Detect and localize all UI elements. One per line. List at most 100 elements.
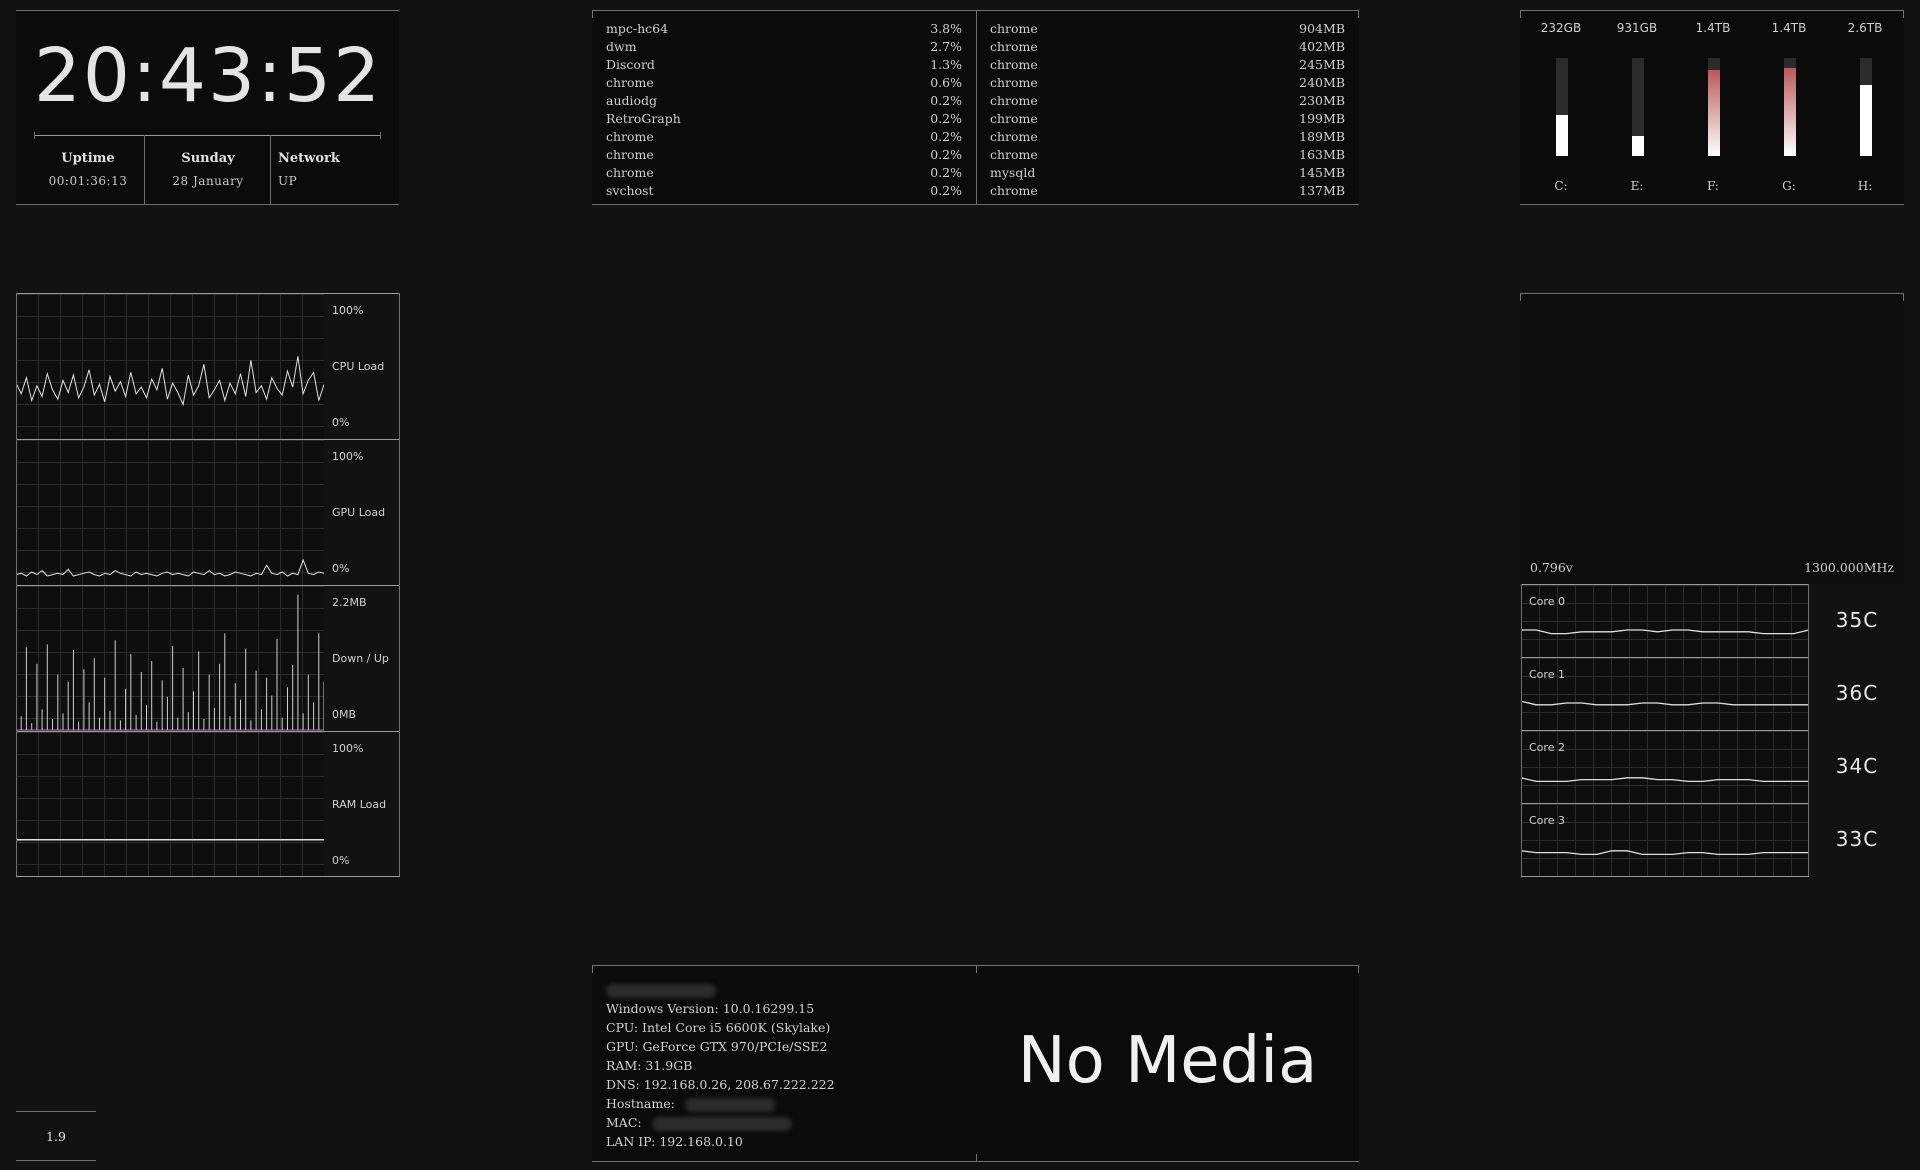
process-value: 199MB	[1299, 111, 1345, 126]
hostname-row: Hostname:	[606, 1096, 775, 1112]
drive-capacity: 1.4TB	[1771, 21, 1807, 35]
process-row: chrome 0.2%	[592, 165, 976, 183]
process-value: 0.6%	[930, 75, 962, 90]
graph-border-right	[399, 293, 400, 877]
process-name: chrome	[990, 75, 1038, 90]
process-name: chrome	[990, 183, 1038, 198]
drive-usage-fill	[1784, 67, 1796, 156]
graph-min-label: 0%	[332, 854, 350, 867]
process-panel: mpc-hc64 3.8% dwm 2.7% Discord 1.3% chrome 0.6%…	[592, 10, 1359, 205]
drive-usage-fill	[1556, 114, 1568, 156]
version-label: 1.9	[46, 1129, 66, 1144]
drive-letter: H:	[1857, 179, 1873, 193]
process-value: 240MB	[1299, 75, 1345, 90]
clock-time: 20:43:52	[33, 33, 383, 119]
graph-border-left	[16, 293, 17, 877]
process-name: chrome	[990, 129, 1038, 144]
process-row: chrome 245MB	[976, 57, 1359, 75]
network-column: Network UP	[278, 135, 388, 213]
process-value: 2.7%	[930, 39, 962, 54]
process-value: 0.2%	[930, 129, 962, 144]
graph-max-label: 100%	[332, 742, 364, 755]
process-value: 0.2%	[930, 111, 962, 126]
drive-usage-bar	[1708, 58, 1720, 156]
day-header: Sunday	[181, 151, 235, 166]
process-row: chrome 904MB	[976, 21, 1359, 39]
process-row: mpc-hc64 3.8%	[592, 21, 976, 39]
date-value: 28 January	[172, 174, 244, 188]
panel-tick	[1520, 11, 1521, 18]
column-divider	[270, 135, 271, 204]
process-row: mysqld 145MB	[976, 165, 1359, 183]
core-temperature: 36C	[1835, 681, 1879, 705]
process-value: 1.3%	[930, 57, 962, 72]
version-panel: 1.9	[16, 1111, 96, 1161]
gpu-load-svg	[16, 558, 324, 577]
process-value: 189MB	[1299, 129, 1345, 144]
drive-letter: C:	[1554, 179, 1568, 193]
core-temperature: 34C	[1835, 754, 1879, 778]
process-row: RetroGraph 0.2%	[592, 111, 976, 129]
process-name: audiodg	[606, 93, 658, 108]
drive-usage-fill	[1632, 136, 1644, 156]
process-value: 0.2%	[930, 147, 962, 162]
graph-title-label: RAM Load	[332, 798, 387, 811]
media-status: No Media	[1017, 1024, 1318, 1098]
process-name: chrome	[990, 93, 1038, 108]
uptime-column: Uptime 00:01:36:13	[26, 135, 150, 213]
core-temperature: 33C	[1835, 827, 1879, 851]
network-value: UP	[278, 174, 298, 188]
graph-max-label: 100%	[332, 450, 364, 463]
process-row: chrome 240MB	[976, 75, 1359, 93]
cpu-info: CPU: Intel Core i5 6600K (Skylake)	[606, 1020, 831, 1035]
graph-title-label: GPU Load	[332, 506, 386, 519]
network-graph: 2.2MB Down / Up 0MB	[16, 585, 399, 732]
dns-info: DNS: 192.168.0.26, 208.67.222.222	[606, 1077, 835, 1092]
core-label: Core 2	[1529, 741, 1565, 754]
core-0-graph: Core 0	[1521, 584, 1809, 657]
process-value: 163MB	[1299, 147, 1345, 162]
process-row: chrome 230MB	[976, 93, 1359, 111]
graph-border-bottom	[16, 876, 400, 877]
process-row: chrome 0.6%	[592, 75, 976, 93]
core-label: Core 0	[1529, 595, 1565, 608]
process-name: chrome	[606, 147, 654, 162]
panel-tick	[1520, 294, 1521, 301]
cpu-load-graph: 100% CPU Load 0%	[16, 293, 399, 440]
process-name: chrome	[606, 75, 654, 90]
mac-label: MAC:	[606, 1115, 642, 1130]
graph-min-label: 0%	[332, 562, 350, 575]
graph-min-label: 0MB	[332, 708, 357, 721]
process-name: Discord	[606, 57, 655, 72]
drive-capacity: 1.4TB	[1695, 21, 1731, 35]
process-name: svchost	[606, 183, 654, 198]
ram-load-svg	[16, 839, 324, 841]
process-row: Discord 1.3%	[592, 57, 976, 75]
process-name: mpc-hc64	[606, 21, 669, 36]
core-0-series-line	[1521, 629, 1809, 635]
process-value: 230MB	[1299, 93, 1345, 108]
process-row: chrome 163MB	[976, 147, 1359, 165]
graph-title-label: CPU Load	[332, 360, 385, 373]
process-value: 904MB	[1299, 21, 1345, 36]
ram-load-graph: 100% RAM Load 0%	[16, 731, 399, 878]
uptime-value: 00:01:36:13	[48, 174, 128, 188]
network-svg	[16, 594, 324, 731]
gpu-load-graph: 100% GPU Load 0%	[16, 439, 399, 586]
panel-tick	[976, 966, 977, 973]
clock-panel: 20:43:52 Uptime 00:01:36:13 Sunday 28 Ja…	[16, 10, 399, 205]
process-row: chrome 402MB	[976, 39, 1359, 57]
panel-tick	[1903, 11, 1904, 18]
cpu-load-plot	[16, 294, 324, 440]
core-3-graph: Core 3	[1521, 803, 1809, 876]
process-value: 402MB	[1299, 39, 1345, 54]
process-value: 3.8%	[930, 21, 962, 36]
drive-letter: E:	[1630, 179, 1644, 193]
drive-usage-bar	[1632, 58, 1644, 156]
process-value: 137MB	[1299, 183, 1345, 198]
process-name: chrome	[990, 39, 1038, 54]
drive-capacity: 2.6TB	[1847, 21, 1883, 35]
drive-letter: F:	[1707, 179, 1719, 193]
core-border-bottom	[1521, 876, 1809, 877]
windows-version: Windows Version: 10.0.16299.15	[606, 1001, 815, 1016]
